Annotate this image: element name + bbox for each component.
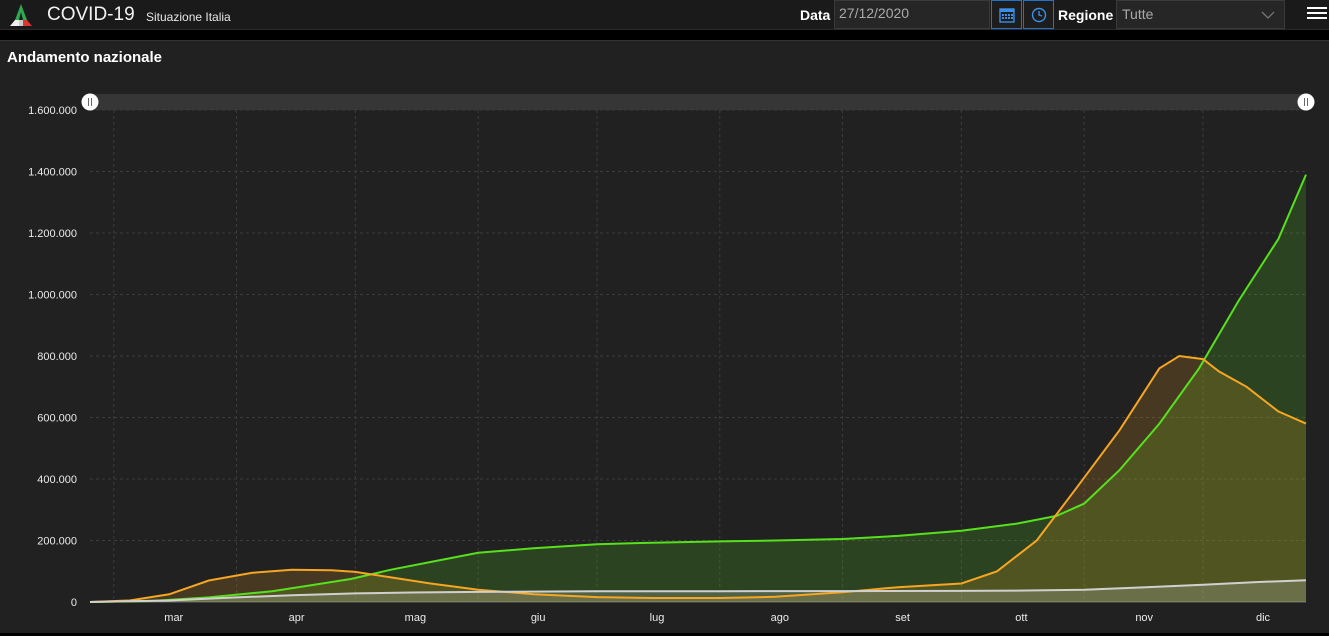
date-field[interactable]: 27/12/2020 (834, 0, 990, 29)
y-tick-label: 200.000 (37, 536, 77, 548)
hamburger-menu-icon[interactable] (1307, 4, 1329, 24)
date-label: Data (800, 7, 831, 23)
y-tick-label: 0 (71, 597, 77, 609)
range-handle-left[interactable] (81, 93, 99, 111)
chart-panel: Andamento nazionale 0 200.000 400.000 600.0… (0, 40, 1329, 633)
range-handle-right[interactable] (1297, 93, 1315, 111)
y-tick-label: 1.000.000 (28, 290, 77, 302)
app-title: COVID-19 (47, 4, 135, 25)
y-tick-label: 1.600.000 (28, 105, 77, 117)
x-tick-label: giu (531, 612, 546, 624)
clock-icon (1031, 7, 1046, 22)
region-label: Regione (1058, 7, 1114, 23)
y-tick-label: 1.400.000 (28, 167, 77, 179)
x-tick-label: lug (650, 612, 665, 624)
y-tick-label: 1.200.000 (28, 228, 77, 240)
calendar-button[interactable] (991, 0, 1022, 29)
y-tick-label: 400.000 (37, 474, 77, 486)
top-bar: COVID-19 Situazione Italia Data 27/12/20… (0, 0, 1329, 30)
x-tick-label: mag (405, 612, 426, 624)
x-tick-label: apr (289, 612, 305, 624)
app-subtitle: Situazione Italia (146, 10, 231, 24)
region-select[interactable]: Tutte (1116, 0, 1285, 29)
x-tick-label: set (895, 612, 910, 624)
x-tick-label: nov (1135, 612, 1153, 624)
x-tick-label: ott (1015, 612, 1027, 624)
x-tick-label: ago (771, 612, 789, 624)
x-tick-label: dic (1256, 612, 1271, 624)
y-tick-label: 800.000 (37, 351, 77, 363)
time-button[interactable] (1023, 0, 1054, 29)
trend-chart: 0 200.000 400.000 600.000 800.000 1.000.000 1.… (28, 93, 1315, 624)
stacked-chart-logo-icon (10, 4, 32, 26)
calendar-icon (998, 7, 1015, 23)
x-tick-label: mar (164, 612, 183, 624)
range-slider-track[interactable] (90, 94, 1306, 110)
region-value: Tutte (1122, 6, 1154, 22)
y-tick-label: 600.000 (37, 413, 77, 425)
chevron-down-icon (1261, 11, 1275, 19)
